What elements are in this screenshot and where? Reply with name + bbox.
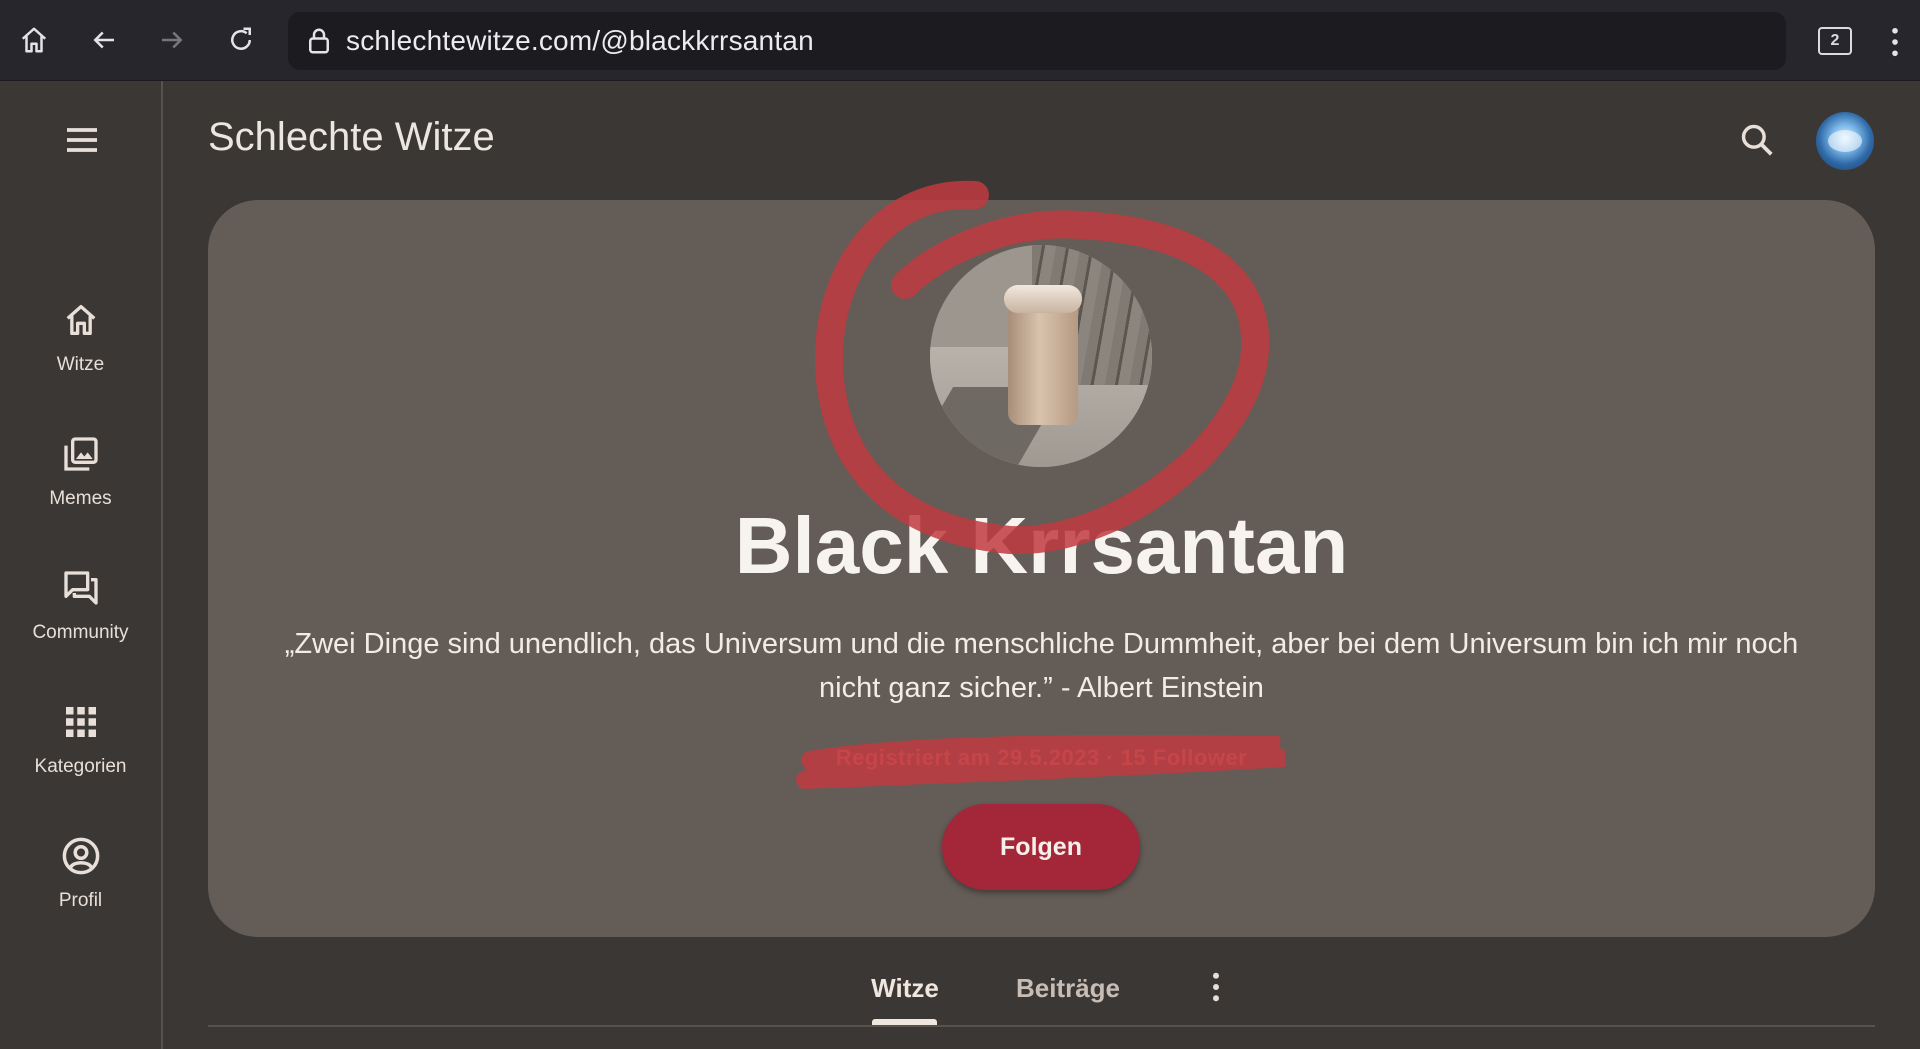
url-text: schlechtewitze.com/@blackkrrsantan <box>346 25 814 56</box>
image-library-icon <box>59 432 103 476</box>
tab-witze[interactable]: Witze <box>860 963 950 1013</box>
home-icon <box>59 298 103 342</box>
grid-icon <box>59 700 103 744</box>
more-vertical-icon <box>1892 27 1898 57</box>
browser-forward-button[interactable] <box>150 18 194 62</box>
home-icon <box>21 27 47 53</box>
profile-meta: Registriert am 29.5.2023 · 15 Follower <box>835 745 1248 770</box>
profile-bio: „Zwei Dinge sind unendlich, das Universu… <box>284 628 1799 704</box>
hamburger-icon <box>67 128 97 152</box>
profile-name: Black Krrsantan <box>734 501 1349 590</box>
arrow-right-icon <box>162 31 183 49</box>
browser-home-button[interactable] <box>12 18 56 62</box>
user-avatar[interactable] <box>1816 112 1874 170</box>
browser-back-button[interactable] <box>82 18 126 62</box>
nav-item-memes[interactable]: Memes <box>0 432 161 552</box>
lock-icon <box>302 24 336 58</box>
tabs-more-button[interactable] <box>1200 962 1232 1012</box>
browser-reload-button[interactable] <box>219 18 263 62</box>
follow-button[interactable]: Folgen <box>942 804 1140 890</box>
search-icon <box>1741 124 1773 156</box>
nav-item-label: Kategorien <box>34 756 127 777</box>
reload-icon <box>231 27 251 50</box>
arrow-left-icon <box>93 31 114 49</box>
nav-item-profil[interactable]: Profil <box>0 834 161 954</box>
browser-menu-button[interactable] <box>1880 22 1910 62</box>
nav-item-community[interactable]: Community <box>0 566 161 686</box>
nav-item-label: Memes <box>49 488 112 509</box>
nav-item-label: Witze <box>56 354 105 375</box>
nav-item-label: Community <box>32 622 129 643</box>
account-circle-icon <box>59 834 103 878</box>
menu-button[interactable] <box>58 116 106 164</box>
nav-item-kategorien[interactable]: Kategorien <box>0 700 161 820</box>
forum-icon <box>59 566 103 610</box>
search-button[interactable] <box>1733 116 1781 164</box>
nav-item-label: Profil <box>58 890 103 911</box>
address-bar[interactable]: schlechtewitze.com/@blackkrrsantan <box>288 12 1786 70</box>
tabs-divider <box>208 1025 1875 1027</box>
browser-toolbar: schlechtewitze.com/@blackkrrsantan 2 <box>0 0 1920 81</box>
nav-item-witze[interactable]: Witze <box>0 298 161 418</box>
app-title[interactable]: Schlechte Witze <box>208 115 495 160</box>
tab-beitraege[interactable]: Beiträge <box>1010 963 1126 1013</box>
tab-switcher-button[interactable]: 2 <box>1818 27 1852 55</box>
profile-picture <box>930 245 1152 467</box>
more-vertical-icon <box>1213 972 1219 1002</box>
